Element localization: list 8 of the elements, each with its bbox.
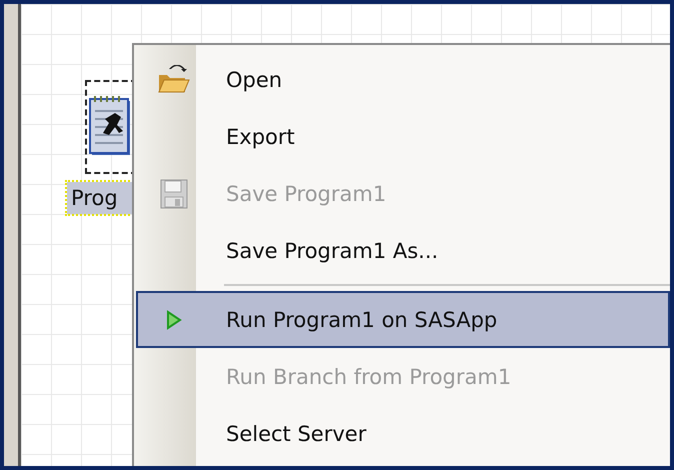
menu-item[interactable]: Save Program1 As...	[136, 222, 670, 279]
menu-item[interactable]: Run Program1 on SASApp	[136, 291, 670, 348]
node-label[interactable]: Prog	[67, 182, 132, 214]
folder-icon	[157, 64, 191, 94]
menu-item[interactable]: Select Server	[136, 405, 670, 462]
menu-item[interactable]: Export	[136, 108, 670, 165]
play-icon	[166, 310, 182, 330]
menu-item[interactable]: Open	[136, 51, 670, 108]
